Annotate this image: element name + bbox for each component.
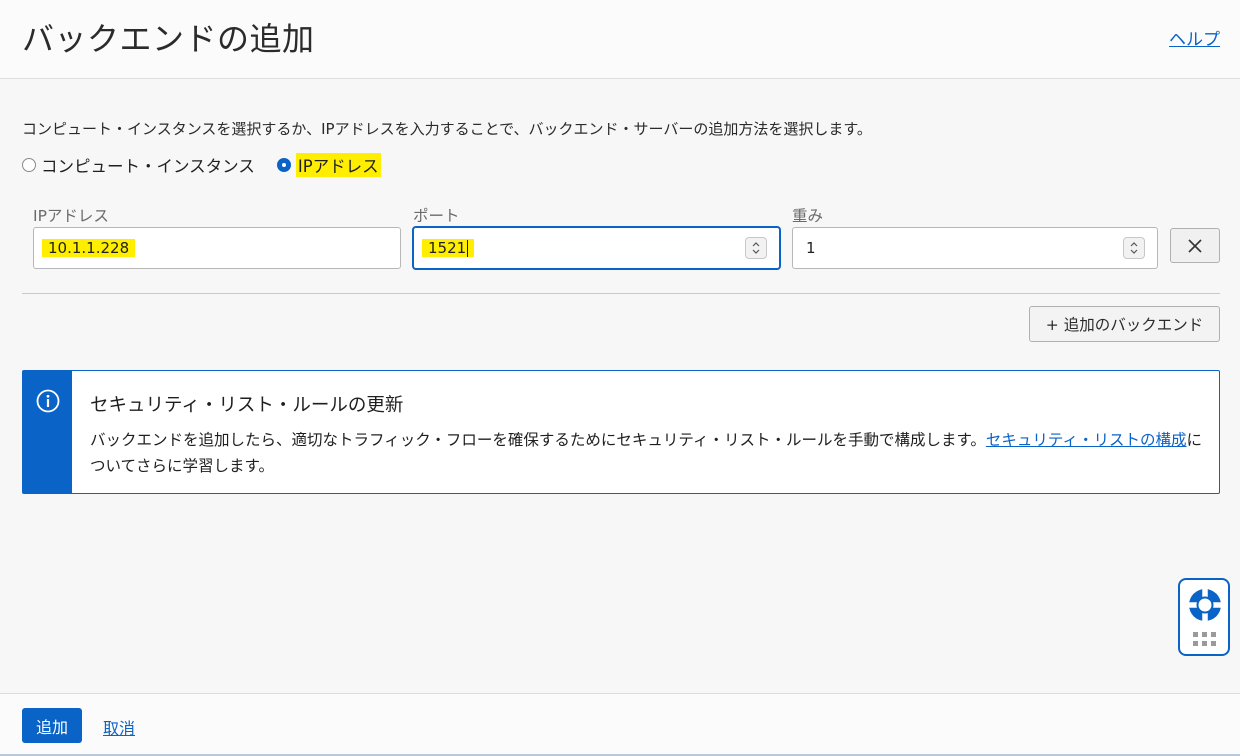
intro-text: コンピュート・インスタンスを選択するか、IPアドレスを入力することで、バックエン… [22,120,872,138]
port-text: 1521 [422,239,475,257]
port-value: 1521 [422,239,475,257]
divider [22,293,1220,294]
weight-spinner-icon[interactable] [1123,237,1145,259]
spinner-icon [752,242,760,254]
radio-button[interactable] [22,158,36,172]
radio-ip-address[interactable]: IPアドレス [276,153,381,177]
weight-label: 重み [792,207,824,225]
ip-address-input[interactable]: 10.1.1.228 [33,227,401,269]
ip-address-label: IPアドレス [33,207,109,225]
port-spinner-icon[interactable] [745,237,767,259]
weight-input[interactable]: 1 [792,227,1158,269]
ip-address-text: 10.1.1.228 [42,239,136,257]
info-icon [36,389,60,413]
info-text: バックエンドを追加したら、適切なトラフィック・フローを確保するためにセキュリティ… [90,427,1205,479]
info-text-before: バックエンドを追加したら、適切なトラフィック・フローを確保するためにセキュリティ… [90,431,986,449]
security-list-info-box: セキュリティ・リスト・ルールの更新 バックエンドを追加したら、適切なトラフィック… [22,370,1220,494]
text-cursor [467,240,469,257]
page-title: バックエンドの追加 [22,20,315,58]
add-backend-dialog: バックエンドの追加 ヘルプ コンピュート・インスタンスを選択するか、IPアドレス… [0,0,1240,756]
weight-value: 1 [806,239,816,257]
radio-compute-instance[interactable]: コンピュート・インスタンス [22,153,255,177]
lifebuoy-icon [1189,589,1221,621]
dialog-header: バックエンドの追加 ヘルプ [0,0,1240,79]
port-label: ポート [413,207,460,225]
add-another-backend-button[interactable]: + 追加のバックエンド [1029,306,1220,342]
port-input[interactable]: 1521 [413,227,780,269]
radio-label: IPアドレス [295,153,381,177]
spinner-icon [1130,242,1138,254]
backend-source-radio-group: コンピュート・インスタンス IPアドレス [22,153,403,177]
security-list-config-link[interactable]: セキュリティ・リストの構成 [986,431,1187,449]
ip-address-value: 10.1.1.228 [42,239,136,257]
add-button[interactable]: 追加 [22,708,82,743]
remove-backend-button[interactable] [1170,228,1220,263]
radio-label: コンピュート・インスタンス [41,157,255,176]
grip-icon [1193,632,1216,646]
cancel-link[interactable]: 取消 [103,715,135,739]
help-link[interactable]: ヘルプ [1169,25,1220,50]
info-stripe [23,371,72,493]
floating-help-widget[interactable] [1178,578,1230,656]
port-number: 1521 [428,239,467,257]
dialog-footer: 追加 取消 [0,693,1240,756]
radio-button-selected[interactable] [276,158,291,172]
close-icon [1188,238,1202,253]
info-title: セキュリティ・リスト・ルールの更新 [90,395,404,416]
